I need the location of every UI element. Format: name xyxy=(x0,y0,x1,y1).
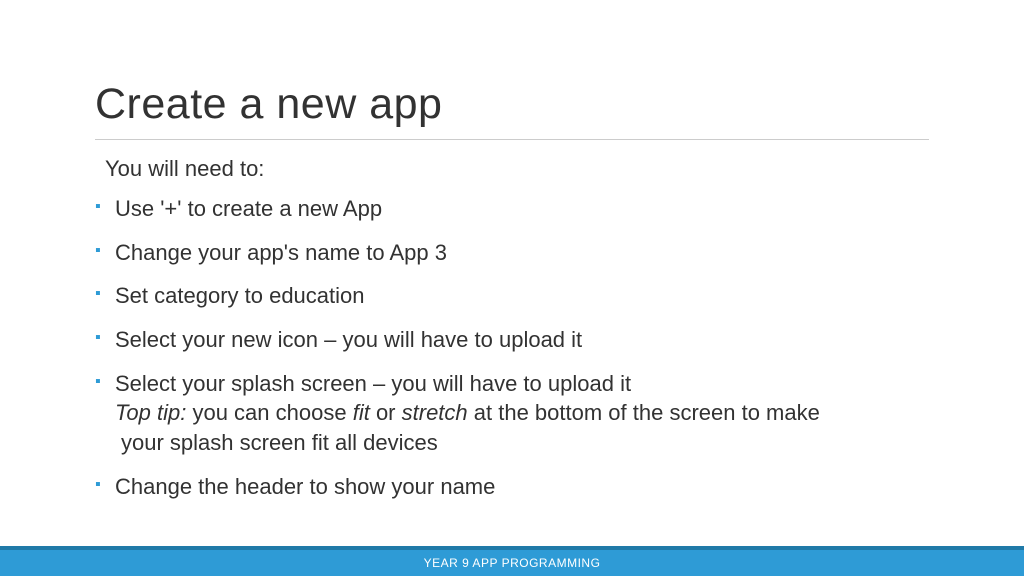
tip-text: or xyxy=(370,400,402,425)
footer-text: YEAR 9 APP PROGRAMMING xyxy=(424,556,601,570)
slide-title: Create a new app xyxy=(95,80,929,129)
list-item: Use '+' to create a new App xyxy=(95,194,929,224)
slide-container: Create a new app You will need to: Use '… xyxy=(0,0,1024,576)
tip-text: you can choose xyxy=(186,400,352,425)
tip-line2: your splash screen fit all devices xyxy=(115,428,929,458)
list-item: Set category to education xyxy=(95,281,929,311)
list-item: Change your app's name to App 3 xyxy=(95,238,929,268)
footer-bar: YEAR 9 APP PROGRAMMING xyxy=(0,550,1024,576)
tip-fit: fit xyxy=(353,400,370,425)
tip-label: Top tip: xyxy=(115,400,186,425)
title-divider xyxy=(95,139,929,140)
list-item: Change the header to show your name xyxy=(95,472,929,502)
bullet-main-text: Select your splash screen – you will hav… xyxy=(115,371,631,396)
footer: YEAR 9 APP PROGRAMMING xyxy=(0,546,1024,576)
tip-stretch: stretch xyxy=(402,400,468,425)
list-item: Select your new icon – you will have to … xyxy=(95,325,929,355)
intro-text: You will need to: xyxy=(95,156,929,182)
bullet-list: Use '+' to create a new App Change your … xyxy=(95,194,929,502)
list-item: Select your splash screen – you will hav… xyxy=(95,369,929,458)
tip-text: at the bottom of the screen to make xyxy=(468,400,820,425)
